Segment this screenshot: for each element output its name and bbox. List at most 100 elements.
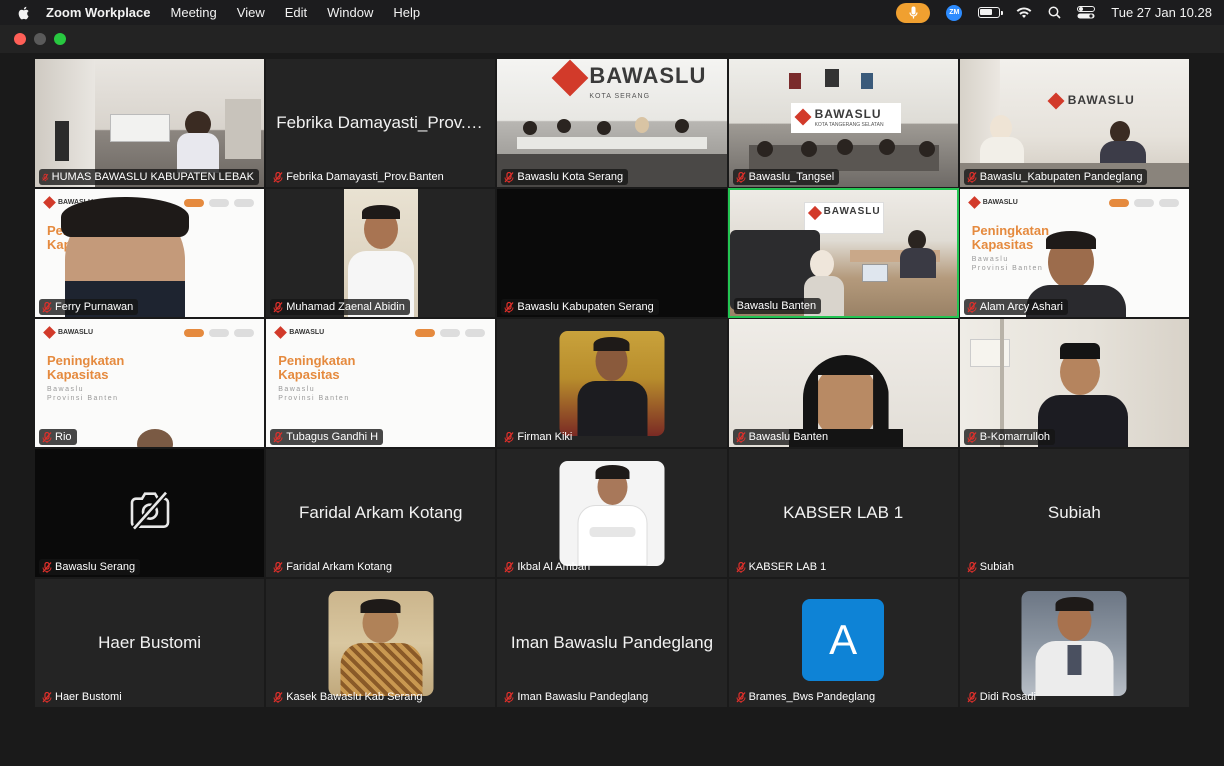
mic-muted-icon [504, 561, 514, 573]
menu-window[interactable]: Window [327, 5, 373, 20]
close-window-button[interactable] [14, 33, 26, 45]
participant-name: Ikbal Al Ambari [517, 561, 591, 573]
apple-menu-icon[interactable] [16, 5, 32, 21]
participant-tile[interactable]: Ikbal Al Ambari [496, 448, 728, 578]
zoom-meeting-window: HUMAS BAWASLU KABUPATEN LEBAK Febrika Da… [0, 25, 1224, 766]
app-menu[interactable]: Zoom Workplace [46, 5, 151, 20]
slide-title: PeningkatanKapasitas [47, 353, 125, 382]
participant-name: Kasek Bawaslu Kab Serang [286, 691, 423, 703]
gallery-view-grid: HUMAS BAWASLU KABUPATEN LEBAK Febrika Da… [34, 58, 1190, 708]
participant-tile[interactable]: Didi Rosadi [958, 578, 1190, 708]
participant-display-name: Iman Bawaslu Pandeglang [510, 633, 714, 652]
participant-tile[interactable]: Febrika Damayasti_Prov.B... Febrika Dama… [265, 58, 497, 188]
participant-video [728, 319, 958, 447]
mic-in-use-indicator[interactable] [896, 2, 931, 23]
participant-name: HUMAS BAWASLU KABUPATEN LEBAK [51, 171, 254, 183]
mic-muted-icon [273, 431, 283, 443]
participant-name-tag: Febrika Damayasti_Prov.Banten [270, 169, 449, 185]
participant-tile[interactable]: Kasek Bawaslu Kab Serang [265, 578, 497, 708]
participant-tile[interactable]: Iman Bawaslu Pandeglang Iman Bawaslu Pan… [496, 578, 728, 708]
participant-tile[interactable]: A Brames_Bws Pandeglang [727, 578, 959, 708]
participant-name-tag: Firman Kiki [501, 429, 577, 445]
participant-name-tag: Bawaslu Kabupaten Serang [501, 299, 659, 315]
bawaslu-wall-logo: BAWASLU [814, 107, 882, 121]
menu-help[interactable]: Help [393, 5, 420, 20]
participant-name: Alam Arcy Ashari [979, 301, 1063, 313]
participant-name: Bawaslu Serang [55, 561, 136, 573]
menu-bar-clock[interactable]: Tue 27 Jan 10.28 [1111, 5, 1212, 20]
mic-muted-icon [736, 431, 746, 443]
search-icon[interactable] [1048, 6, 1061, 19]
participant-tile[interactable]: B-Komarrulloh [958, 318, 1190, 448]
slide-subtitle: Bawaslu Provinsi Banten [278, 386, 350, 402]
participant-tile[interactable]: Bawaslu Serang [34, 448, 266, 578]
participant-name-tag: Faridal Arkam Kotang [270, 559, 397, 575]
slide-title: PeningkatanKapasitas [971, 223, 1050, 252]
mic-muted-icon [967, 301, 977, 313]
participant-tile[interactable]: BAWASLU Bawaslu_Kabupaten Pandeglang [958, 58, 1190, 188]
microphone-icon [909, 6, 918, 19]
participant-tile[interactable]: Firman Kiki [496, 318, 728, 448]
zoom-status-icon[interactable]: ZM [946, 4, 963, 21]
menu-meeting[interactable]: Meeting [171, 5, 217, 20]
control-center-icon[interactable] [1077, 6, 1096, 19]
mic-muted-icon [504, 691, 514, 703]
participant-name-tag: Muhamad Zaenal Abidin [270, 299, 410, 315]
bawaslu-wall-logo: BAWASLU [589, 63, 707, 88]
participant-name-tag: Brames_Bws Pandeglang [733, 689, 881, 705]
mic-muted-icon [736, 561, 746, 573]
participant-tile[interactable]: BAWASLU PeningkatanKapasitas Ferry Purna… [34, 188, 266, 318]
slide-logo: BAWASLU [967, 196, 1018, 209]
slide-subtitle: Bawaslu Provinsi Banten [971, 256, 1044, 272]
participant-video: BAWASLU Peningkatan Kapasitas Bawaslu Prov… [35, 319, 265, 447]
participant-video: BAWASLU KOTA TANGERANG SELATAN [728, 59, 958, 187]
participant-name-tag: Ferry Purnawan [39, 299, 139, 315]
window-title-bar [0, 25, 1224, 53]
zoom-window-button[interactable] [54, 33, 66, 45]
menu-edit[interactable]: Edit [285, 5, 307, 20]
mic-muted-icon [967, 691, 977, 703]
participant-name-tag: Rio [39, 429, 77, 445]
mic-muted-icon [273, 691, 283, 703]
minimize-window-button[interactable] [34, 33, 46, 45]
participant-name: Haer Bustomi [55, 691, 122, 703]
participant-tile[interactable]: BAWASLU KOTA SERANG Bawaslu Kota Serang [496, 58, 728, 188]
participant-tile-active-speaker[interactable]: BAWASLU Bawaslu Banten [727, 188, 959, 318]
participant-tile[interactable]: Bawaslu Banten [727, 318, 959, 448]
wifi-icon[interactable] [1016, 6, 1032, 19]
participant-tile[interactable]: BAWASLU Peningkatan Kapasitas Bawaslu Prov… [34, 318, 266, 448]
participant-name: B-Komarrulloh [979, 431, 1051, 443]
participant-tile[interactable]: BAWASLU Peningkatan Kapasitas Bawaslu Prov… [265, 318, 497, 448]
participant-name: Bawaslu Kabupaten Serang [517, 301, 654, 313]
participant-tile[interactable]: Faridal Arkam Kotang Faridal Arkam Kotan… [265, 448, 497, 578]
participant-tile[interactable]: HUMAS BAWASLU KABUPATEN LEBAK [34, 58, 266, 188]
slide-title: PeningkatanKapasitas [278, 353, 356, 382]
participant-name: Bawaslu_Tangsel [748, 171, 835, 183]
mic-muted-icon [42, 691, 52, 703]
bawaslu-wall-logo: BAWASLU [1067, 93, 1135, 107]
participant-video [35, 59, 265, 187]
mic-muted-icon [42, 561, 52, 573]
participant-name-tag: Alam Arcy Ashari [963, 299, 1068, 315]
participant-tile[interactable]: Muhamad Zaenal Abidin [265, 188, 497, 318]
slide-logo: BAWASLU [274, 326, 324, 339]
participant-display-name: Haer Bustomi [98, 633, 202, 652]
participant-name-tag: Haer Bustomi [39, 689, 127, 705]
participant-name: Brames_Bws Pandeglang [748, 691, 876, 703]
participant-tile[interactable]: Subiah Subiah [958, 448, 1190, 578]
participant-tile[interactable]: BAWASLU Peningkatan Kapasitas Bawaslu Prov… [958, 188, 1190, 318]
participant-name-tag: Bawaslu Banten [732, 429, 834, 445]
participant-avatar [559, 461, 665, 566]
participant-tile[interactable]: BAWASLU KOTA TANGERANG SELATAN Bawaslu_T… [727, 58, 959, 188]
mic-muted-icon [273, 561, 283, 573]
participant-letter-avatar: A [802, 599, 885, 681]
menu-view[interactable]: View [237, 5, 265, 20]
slide-logo: BAWASLU [43, 326, 93, 339]
participant-name-tag: Subiah [964, 559, 1019, 575]
participant-name: Rio [55, 431, 72, 443]
participant-tile[interactable]: KABSER LAB 1 KABSER LAB 1 [727, 448, 959, 578]
battery-icon[interactable] [978, 7, 1004, 18]
participant-tile[interactable]: Haer Bustomi Haer Bustomi [34, 578, 266, 708]
participant-name: Muhamad Zaenal Abidin [286, 301, 405, 313]
participant-tile[interactable]: Bawaslu Kabupaten Serang [496, 188, 728, 318]
